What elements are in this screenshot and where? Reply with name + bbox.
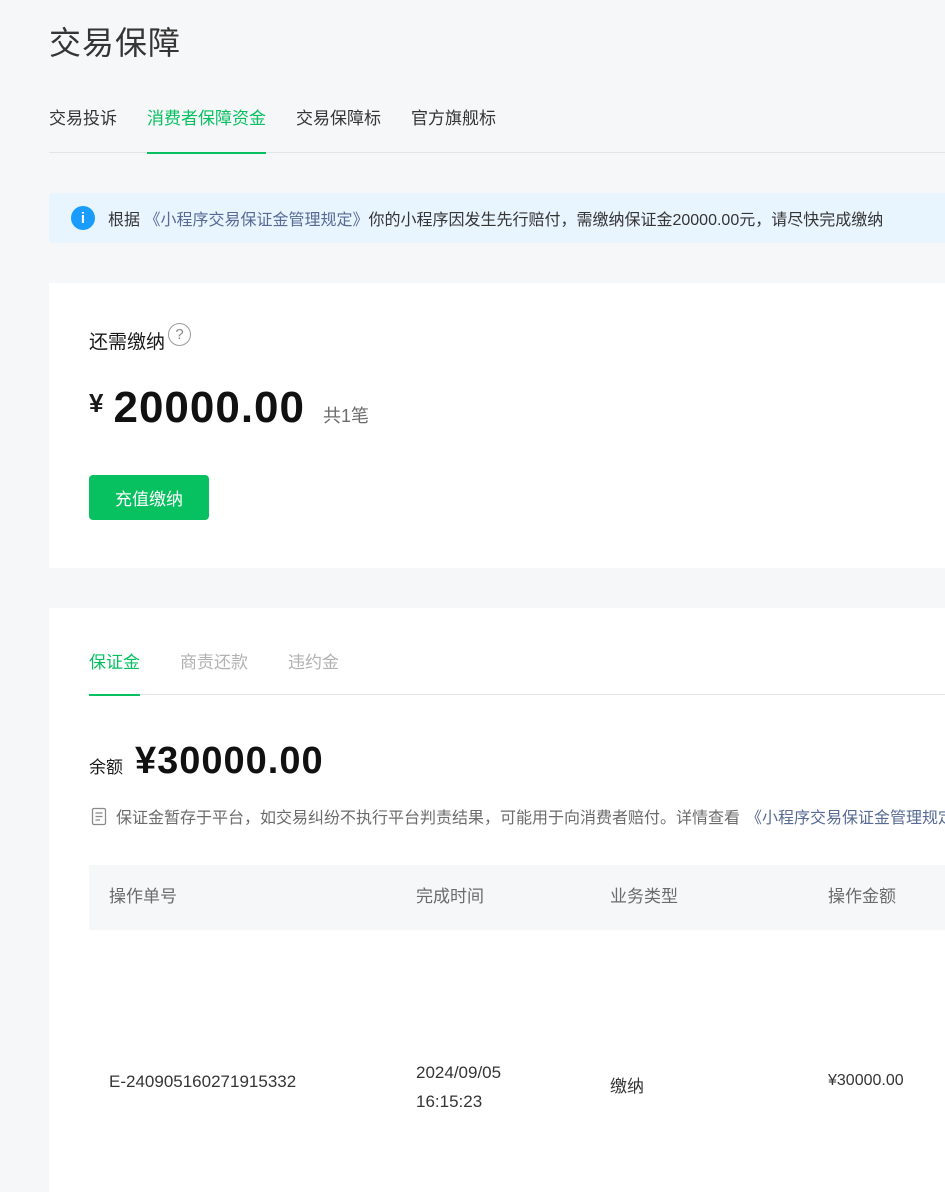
balance: 余额 ¥30000.00	[89, 740, 324, 783]
deposit-note: 保证金暂存于平台，如交易纠纷不执行平台判责结果，可能用于向消费者赔付。详情查看 …	[91, 804, 945, 828]
amount-due-value: 20000.00	[113, 383, 305, 432]
deposit-rules-link[interactable]: 《小程序交易保证金管理规定》	[746, 804, 945, 828]
info-icon: i	[71, 206, 95, 230]
amount-due: ¥ 20000.00 共1笔	[89, 383, 369, 433]
deposit-tab-bar: 保证金 商责还款 违约金	[89, 638, 945, 696]
cell-business-type: 缴纳	[610, 1077, 644, 1096]
tab-consumer-protection-fund[interactable]: 消费者保障资金	[147, 95, 266, 154]
amount-due-label-text: 还需缴纳	[89, 332, 166, 353]
cell-order-no: E-240905160271915332	[109, 1072, 297, 1091]
document-icon	[91, 807, 107, 825]
balance-label: 余额	[89, 758, 123, 777]
column-header-business-type: 业务类型	[610, 887, 678, 906]
amount-due-count: 共1笔	[323, 406, 370, 426]
tab-trade-complaint[interactable]: 交易投诉	[49, 95, 117, 153]
column-header-amount: 操作金额	[828, 887, 896, 906]
deposit-card: 保证金 商责还款 违约金 余额 ¥30000.00 保证金暂存于平台，如交易纠纷…	[49, 608, 945, 1192]
amount-due-currency: ¥	[89, 388, 104, 418]
tab-merchant-repayment[interactable]: 商责还款	[180, 638, 248, 695]
notice-message: 你的小程序因发生先行赔付，需缴纳保证金20000.00元，请尽快完成缴纳	[368, 212, 884, 229]
cell-date: 2024/09/05	[416, 1063, 502, 1082]
notice-text: 根据 《小程序交易保证金管理规定》你的小程序因发生先行赔付，需缴纳保证金2000…	[108, 206, 883, 230]
balance-value: ¥30000.00	[135, 740, 324, 782]
help-icon[interactable]: ?	[168, 323, 192, 346]
cell-time: 16:15:23	[416, 1092, 483, 1111]
amount-due-label: 还需缴纳 ?	[89, 323, 192, 354]
deposit-note-text: 保证金暂存于平台，如交易纠纷不执行平台判责结果，可能用于向消费者赔付。详情查看	[116, 810, 741, 827]
table-header: 操作单号 完成时间 业务类型 操作金额	[89, 865, 945, 930]
tab-deposit[interactable]: 保证金	[89, 638, 140, 696]
notice-banner: i 根据 《小程序交易保证金管理规定》你的小程序因发生先行赔付，需缴纳保证金20…	[49, 193, 945, 243]
column-header-completed-time: 完成时间	[416, 887, 484, 906]
notice-rules-link[interactable]: 《小程序交易保证金管理规定》	[144, 212, 368, 229]
amount-due-card: 还需缴纳 ? ¥ 20000.00 共1笔 充值缴纳	[49, 283, 945, 568]
tab-trade-protection-badge[interactable]: 交易保障标	[296, 95, 381, 153]
notice-prefix: 根据	[108, 212, 141, 229]
page-title: 交易保障	[49, 25, 182, 61]
top-tab-bar: 交易投诉 消费者保障资金 交易保障标 官方旗舰标	[49, 95, 945, 154]
tab-penalty[interactable]: 违约金	[288, 638, 339, 695]
column-header-order-no: 操作单号	[109, 887, 177, 906]
recharge-pay-button[interactable]: 充值缴纳	[89, 475, 209, 520]
cell-completed-time: 2024/09/05 16:15:23	[416, 1058, 501, 1116]
page: 交易保障 交易投诉 消费者保障资金 交易保障标 官方旗舰标 i 根据 《小程序交…	[0, 0, 945, 1192]
cell-amount: ¥30000.00	[828, 1072, 904, 1089]
table-row: E-240905160271915332 2024/09/05 16:15:23…	[89, 930, 945, 1192]
tab-official-flagship-badge[interactable]: 官方旗舰标	[411, 95, 496, 153]
